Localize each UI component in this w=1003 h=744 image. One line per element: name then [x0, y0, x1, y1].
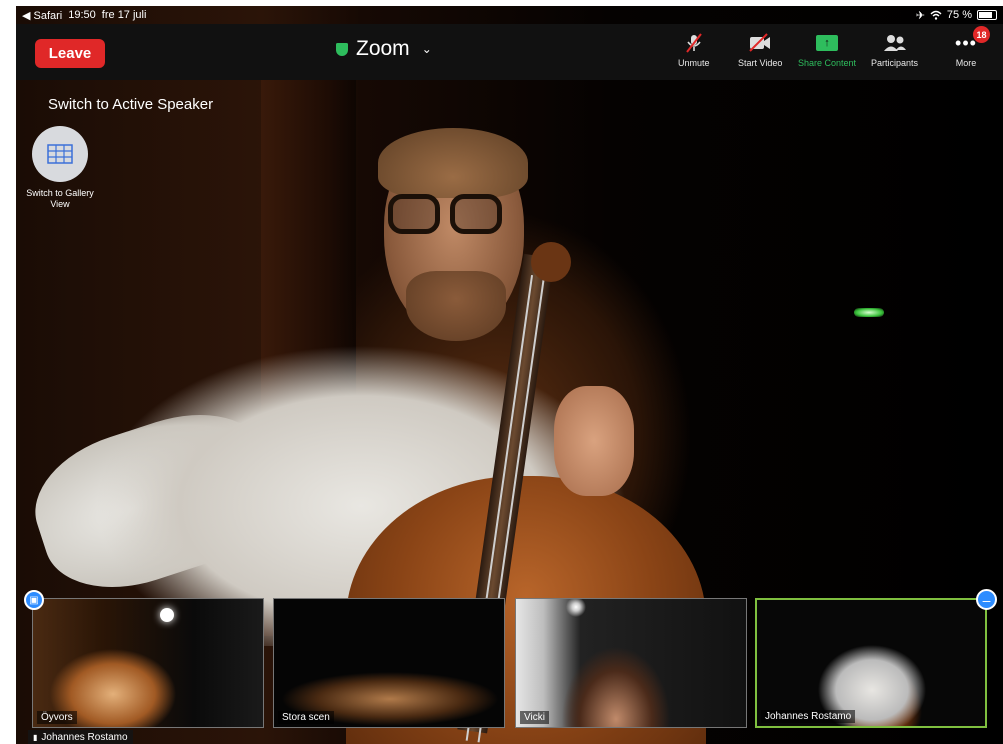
participant-name: Johannes Rostamo — [761, 710, 856, 723]
share-content-label: Share Content — [798, 58, 857, 68]
leave-button[interactable]: Leave — [35, 39, 105, 68]
start-video-label: Start Video — [738, 58, 783, 68]
spotlight-light — [160, 608, 174, 622]
participant-video — [33, 599, 263, 727]
active-speaker-name: Johannes Rostamo — [41, 731, 128, 743]
meeting-title-text: Zoom — [356, 37, 410, 60]
share-icon: ↑ — [814, 32, 840, 54]
zoom-meeting-screen: ◀ Safari 19:50 fre 17 juli ✈ 75 % Leave … — [16, 6, 1003, 744]
mic-muted-icon — [681, 32, 707, 54]
battery-percent: 75 % — [946, 9, 972, 21]
participant-video — [274, 599, 504, 727]
meeting-toolbar: Leave Zoom ⌄ Unmute Start Video ↑ Share … — [16, 24, 1003, 80]
participant-thumb[interactable]: Öyvors — [32, 598, 264, 728]
participants-button[interactable]: Participants — [871, 32, 918, 68]
status-time: 19:50 — [68, 9, 96, 21]
active-speaker-label: ▮ Johannes Rostamo — [28, 730, 133, 744]
more-label: More — [955, 58, 977, 68]
participant-name: Vicki — [520, 711, 549, 724]
video-beard — [406, 271, 506, 341]
gallery-view-button[interactable] — [32, 126, 88, 182]
more-button[interactable]: ••• 18 More — [953, 26, 990, 68]
video-glasses — [388, 194, 506, 238]
more-icon: ••• 18 — [953, 26, 990, 54]
pin-icon[interactable]: ▣ — [24, 590, 44, 610]
participant-video — [757, 600, 985, 726]
video-cello-scroll — [531, 242, 571, 282]
participant-thumb[interactable]: Stora scen — [273, 598, 505, 728]
ios-status-bar: ◀ Safari 19:50 fre 17 juli ✈ 75 % — [16, 6, 1003, 24]
participants-label: Participants — [871, 58, 919, 68]
exit-light — [854, 308, 884, 317]
battery-icon — [977, 10, 997, 20]
signal-icon: ▮ — [33, 732, 38, 742]
unmute-button[interactable]: Unmute — [678, 32, 710, 68]
meeting-title[interactable]: Zoom ⌄ — [336, 37, 432, 61]
status-date: fre 17 juli — [101, 9, 147, 21]
back-to-safari[interactable]: ◀ Safari — [22, 9, 62, 22]
participant-thumb[interactable]: Vicki — [515, 598, 747, 728]
unmute-label: Unmute — [678, 58, 710, 68]
chevron-down-icon: ⌄ — [421, 42, 432, 56]
wifi-icon — [930, 10, 942, 20]
airplane-icon: ✈ — [915, 9, 925, 22]
switch-to-active-speaker[interactable]: Switch to Active Speaker — [48, 96, 213, 113]
share-content-button[interactable]: ↑ Share Content — [798, 32, 856, 68]
participant-thumb-active[interactable]: Johannes Rostamo — [755, 598, 987, 728]
collapse-thumbnails-icon[interactable]: – — [976, 589, 997, 610]
participants-icon — [882, 32, 908, 54]
grid-icon — [47, 144, 73, 164]
participant-name: Öyvors — [37, 711, 77, 724]
participant-video — [516, 599, 746, 727]
gallery-view-label: Switch to Gallery View — [26, 188, 94, 209]
shield-icon — [336, 42, 348, 56]
notification-badge: 18 — [973, 26, 990, 43]
video-hair — [378, 128, 528, 198]
participant-name: Stora scen — [278, 711, 334, 724]
video-hand — [554, 386, 634, 496]
start-video-button[interactable]: Start Video — [738, 32, 782, 68]
video-off-icon — [747, 32, 773, 54]
